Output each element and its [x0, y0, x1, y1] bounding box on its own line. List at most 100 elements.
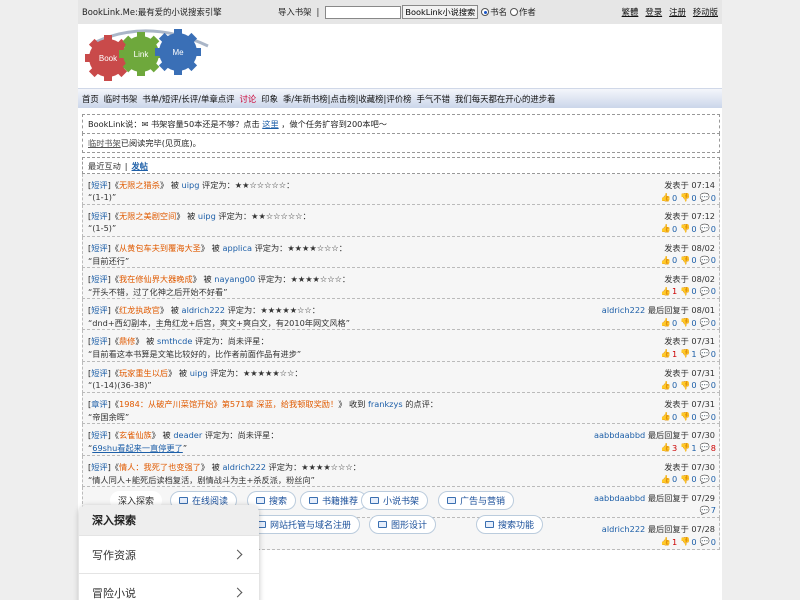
comment-button[interactable]: 💬 0: [700, 380, 716, 391]
review-type-link[interactable]: 短评: [91, 211, 107, 221]
like-button[interactable]: 👍 0: [661, 474, 677, 485]
book-title-link[interactable]: 无限之美剧空间: [119, 211, 176, 221]
comment-button[interactable]: 💬 0: [700, 474, 716, 485]
chip-row2-4[interactable]: 图形设计: [369, 515, 437, 534]
comment-button[interactable]: 💬 0: [700, 411, 716, 422]
site-logo[interactable]: Book Link Me: [78, 24, 722, 86]
replier-link[interactable]: aabbdaabbd: [594, 493, 645, 503]
temp-shelf-link[interactable]: 临时书架: [88, 138, 121, 148]
book-title-link[interactable]: 红龙执政官: [119, 305, 160, 315]
traditional-link[interactable]: 繁體: [622, 6, 639, 18]
dislike-button[interactable]: 👎 1: [680, 348, 696, 359]
user-link[interactable]: frankzys: [368, 399, 403, 409]
user-link[interactable]: aldrich222: [222, 462, 265, 472]
replier-link[interactable]: aabbdaabbd: [594, 430, 645, 440]
like-button[interactable]: 👍 0: [661, 380, 677, 391]
like-button[interactable]: 👍 0: [661, 192, 677, 203]
nav-rankings[interactable]: 季/年新书榜|点击榜|收藏榜|评价榜: [283, 93, 412, 105]
comment-button[interactable]: 💬 0: [700, 192, 716, 203]
book-title-link[interactable]: 我在修仙界大器晚成: [119, 274, 193, 284]
book-title-link[interactable]: 玩家重生以后: [119, 368, 168, 378]
nav-impression[interactable]: 印象: [261, 93, 278, 105]
dislike-button[interactable]: 👎 0: [680, 192, 696, 203]
dislike-button[interactable]: 👎 0: [680, 223, 696, 234]
radio-author-dot[interactable]: [509, 8, 518, 16]
user-link[interactable]: uipg: [190, 368, 208, 378]
book-title-link[interactable]: 1984：从破产川菜馆开始》第571章 深蓝，给我顿取奖励！: [119, 399, 338, 409]
comment-button[interactable]: 💬 0: [700, 348, 716, 359]
like-button[interactable]: 👍 1: [661, 536, 677, 547]
dislike-button[interactable]: 👎 0: [680, 380, 696, 391]
book-title-link[interactable]: 玄雀仙族: [119, 430, 152, 440]
book-title-link[interactable]: 情人：我死了也变强了: [119, 462, 201, 472]
nav-reviews[interactable]: 书单/短评/长评/单章点评: [142, 93, 234, 105]
nav-temp-shelf[interactable]: 临时书架: [104, 93, 138, 105]
panel-item-writing[interactable]: 写作资源: [79, 535, 259, 573]
chip-4[interactable]: 书籍推荐: [300, 491, 368, 510]
import-shelf-link[interactable]: 导入书架: [278, 6, 312, 18]
like-button[interactable]: 👍 0: [661, 223, 677, 234]
nav-home[interactable]: 首页: [82, 93, 99, 105]
comment-button[interactable]: 💬 7: [700, 505, 716, 516]
chip-row2-5[interactable]: 搜索功能: [476, 515, 544, 534]
notice-link[interactable]: 这里: [262, 119, 278, 129]
book-title-link[interactable]: 从黄包车夫到覆海大圣: [119, 243, 201, 253]
dislike-button[interactable]: 👎 0: [680, 286, 696, 297]
comment-button[interactable]: 💬 0: [700, 223, 716, 234]
review-type-link[interactable]: 短评: [91, 368, 107, 378]
like-button[interactable]: 👍 0: [661, 411, 677, 422]
dislike-button[interactable]: 👎 1: [680, 442, 696, 453]
dislike-button[interactable]: 👎 0: [680, 474, 696, 485]
chip-5[interactable]: 小说书架: [361, 491, 429, 510]
user-link[interactable]: uipg: [198, 211, 216, 221]
like-button[interactable]: 👍 0: [661, 317, 677, 328]
review-type-link[interactable]: 短评: [91, 430, 107, 440]
user-link[interactable]: uipg: [182, 180, 200, 190]
like-button[interactable]: 👍 0: [661, 255, 677, 266]
review-type-link[interactable]: 短评: [91, 336, 107, 346]
replier-link[interactable]: aldrich222: [602, 305, 645, 315]
nav-lucky[interactable]: 手气不错: [417, 93, 451, 105]
comment-button[interactable]: 💬 0: [700, 255, 716, 266]
nav-progress[interactable]: 我们每天都在开心的进步着: [455, 93, 556, 105]
like-button[interactable]: 👍 1: [661, 286, 677, 297]
register-link[interactable]: 注册: [669, 6, 686, 18]
user-link[interactable]: aldrich222: [182, 305, 225, 315]
comment-button[interactable]: 💬 0: [700, 286, 716, 297]
tab-recent[interactable]: 最近互动: [88, 160, 121, 172]
dislike-button[interactable]: 👎 0: [680, 255, 696, 266]
dislike-button[interactable]: 👎 0: [680, 536, 696, 547]
dislike-button[interactable]: 👎 0: [680, 317, 696, 328]
like-button[interactable]: 👍 3: [661, 442, 677, 453]
search-button[interactable]: BookLink小说搜索: [402, 5, 479, 19]
book-title-link[interactable]: 鼎修: [119, 336, 135, 346]
login-link[interactable]: 登录: [645, 6, 662, 18]
radio-author[interactable]: 作者: [509, 6, 536, 18]
radio-book-dot[interactable]: [481, 8, 490, 16]
comment-button[interactable]: 💬 8: [700, 442, 716, 453]
chip-row2-3[interactable]: 网站托管与域名注册: [248, 515, 361, 534]
review-type-link[interactable]: 短评: [91, 462, 107, 472]
user-link[interactable]: deader: [173, 430, 202, 440]
user-link[interactable]: smthcde: [157, 336, 192, 346]
mobile-link[interactable]: 移动版: [693, 6, 718, 18]
review-type-link[interactable]: 短评: [91, 243, 107, 253]
replier-link[interactable]: aldrich222: [602, 524, 645, 534]
comment-button[interactable]: 💬 0: [700, 317, 716, 328]
book-title-link[interactable]: 无限之猎杀: [119, 180, 160, 190]
panel-item-adventure[interactable]: 冒险小说: [79, 573, 259, 600]
dislike-button[interactable]: 👎 0: [680, 411, 696, 422]
comment-button[interactable]: 💬 0: [700, 536, 716, 547]
comment-link[interactable]: 69shu看起来一直停更了: [92, 443, 183, 453]
like-button[interactable]: 👍 1: [661, 348, 677, 359]
search-input[interactable]: [325, 5, 402, 19]
user-link[interactable]: applica: [222, 243, 251, 253]
radio-book[interactable]: 书名: [481, 6, 507, 18]
tab-post[interactable]: 发帖: [132, 160, 148, 172]
review-type-link[interactable]: 短评: [91, 274, 107, 284]
review-type-link[interactable]: 短评: [91, 305, 107, 315]
review-type-link[interactable]: 章评: [91, 399, 107, 409]
review-type-link[interactable]: 短评: [91, 180, 107, 190]
user-link[interactable]: nayang00: [214, 274, 255, 284]
chip-6[interactable]: 广告与营销: [438, 491, 515, 510]
